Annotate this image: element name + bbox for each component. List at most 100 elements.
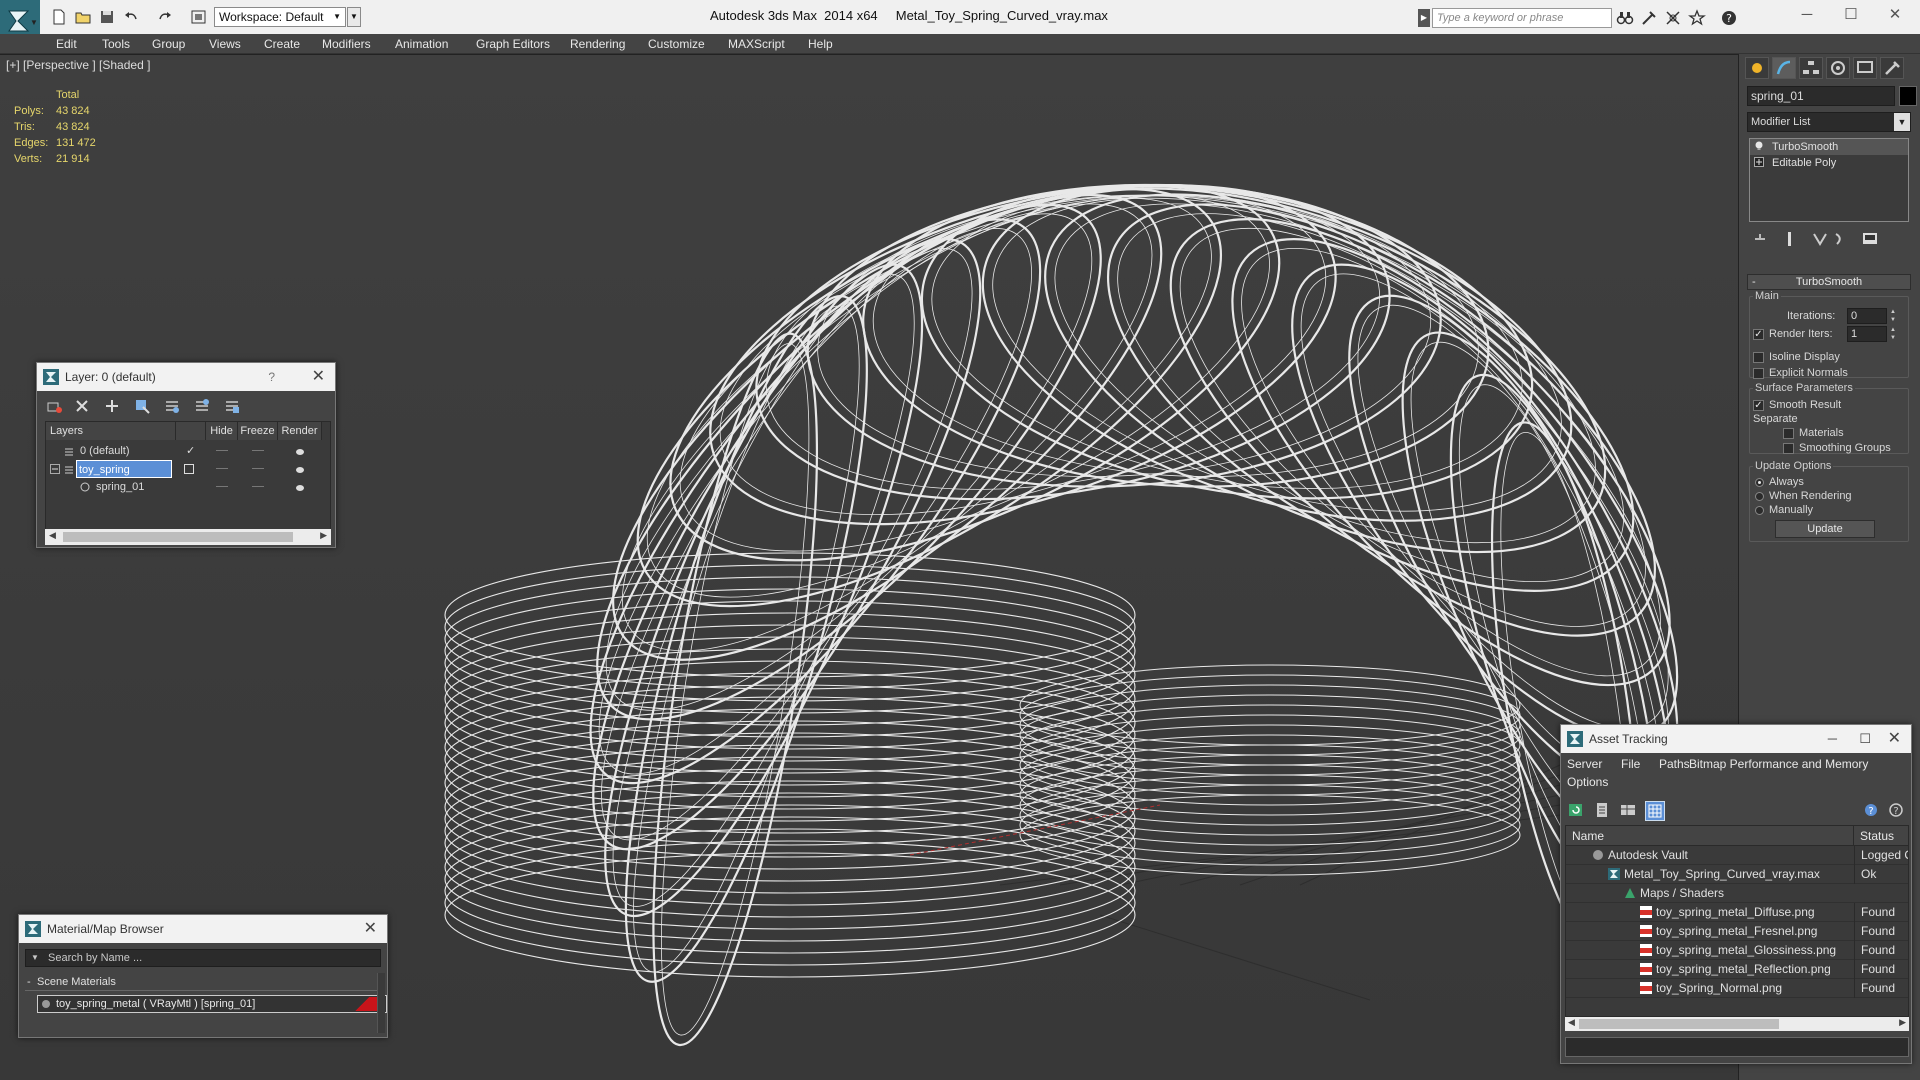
pin-stack-icon[interactable]	[1751, 230, 1771, 248]
checkmark-icon[interactable]: ✓	[186, 442, 195, 460]
redo-icon[interactable]	[156, 8, 174, 26]
layer-row[interactable]: 0 (default) ✓	[46, 442, 332, 460]
favorites-star-icon[interactable]	[1688, 9, 1706, 27]
delete-layer-icon[interactable]	[73, 397, 93, 417]
menu-file[interactable]: File	[1621, 757, 1640, 771]
search-expand-icon[interactable]: ▶	[1418, 9, 1430, 27]
menu-server[interactable]: Server	[1567, 757, 1602, 771]
column-header-name[interactable]: Name	[1566, 826, 1854, 846]
open-file-icon[interactable]	[74, 8, 92, 26]
menu-tools[interactable]: Tools	[96, 34, 136, 54]
table-view-icon[interactable]	[1619, 801, 1639, 821]
subscription-center-icon[interactable]	[1640, 9, 1658, 27]
menu-options[interactable]: Options	[1567, 775, 1608, 789]
material-search-input[interactable]: ▼ Search by Name ...	[25, 949, 381, 967]
iterations-spinner[interactable]: ▲ ▼	[1888, 308, 1898, 324]
layer-row[interactable]: spring_01	[46, 478, 332, 496]
set-current-toggle[interactable]	[184, 464, 194, 474]
material-browser-titlebar[interactable]: Material/Map Browser ✕	[19, 915, 387, 943]
turbosmooth-rollout-header[interactable]: - TurboSmooth	[1747, 274, 1911, 290]
smoothing-groups-checkbox[interactable]	[1783, 443, 1794, 454]
make-unique-icon[interactable]	[1811, 230, 1831, 248]
menu-create[interactable]: Create	[258, 34, 306, 54]
highlight-selected-layer-icon[interactable]	[163, 397, 183, 417]
modify-tab-icon[interactable]	[1772, 57, 1796, 79]
scrollbar-thumb[interactable]	[1579, 1019, 1779, 1029]
column-header-hide[interactable]: Hide	[206, 422, 238, 440]
asset-row[interactable]: toy_Spring_Normal.png Found	[1566, 979, 1908, 998]
asset-row[interactable]: Maps / Shaders	[1566, 884, 1908, 903]
modifier-list-dropdown[interactable]: Modifier List ▼	[1747, 112, 1911, 132]
hide-toggle[interactable]	[216, 486, 228, 487]
menu-rendering[interactable]: Rendering	[564, 34, 631, 54]
scene-materials-group[interactable]: - Scene Materials	[25, 973, 381, 991]
motion-tab-icon[interactable]	[1826, 57, 1850, 79]
layer-dialog-titlebar[interactable]: Layer: 0 (default) ? ✕	[37, 363, 335, 391]
asset-path-field[interactable]	[1565, 1037, 1909, 1057]
hide-toggle[interactable]	[216, 450, 228, 451]
asset-row[interactable]: toy_spring_metal_Diffuse.png Found	[1566, 903, 1908, 922]
menu-edit[interactable]: Edit	[50, 34, 83, 54]
workspace-dropdown[interactable]: Workspace: Default ▼	[214, 7, 346, 27]
scroll-right-icon[interactable]: ▶	[1899, 1017, 1906, 1028]
create-layer-icon[interactable]	[45, 397, 65, 417]
asset-horizontal-scrollbar[interactable]: ◀ ▶	[1565, 1017, 1909, 1031]
material-item[interactable]: toy_spring_metal ( VRayMtl ) [spring_01]	[37, 995, 387, 1013]
material-vertical-scrollbar[interactable]	[377, 973, 385, 1033]
object-name-field[interactable]: spring_01	[1747, 86, 1895, 106]
asset-row[interactable]: Autodesk Vault Logged Ou	[1566, 846, 1908, 865]
refresh-icon[interactable]	[1567, 801, 1587, 821]
minimize-window-icon[interactable]: ─	[1792, 4, 1822, 26]
select-objects-in-layer-icon[interactable]	[133, 397, 153, 417]
binoculars-icon[interactable]	[1616, 9, 1634, 27]
menu-modifiers[interactable]: Modifiers	[316, 34, 377, 54]
options-help-icon[interactable]: ?	[1887, 801, 1907, 821]
project-folder-icon[interactable]	[190, 8, 208, 26]
help-icon[interactable]: ?	[1720, 9, 1738, 27]
configure-modifier-sets-icon[interactable]	[1861, 230, 1881, 248]
teapot-render-icon[interactable]	[294, 446, 306, 456]
stack-item-turbosmooth[interactable]: TurboSmooth	[1750, 139, 1908, 155]
expand-plus-icon[interactable]	[1754, 157, 1764, 167]
stack-item-editable-poly[interactable]: Editable Poly	[1750, 155, 1908, 171]
asset-row[interactable]: toy_spring_metal_Glossiness.png Found	[1566, 941, 1908, 960]
menu-views[interactable]: Views	[203, 34, 247, 54]
asset-row[interactable]: toy_spring_metal_Reflection.png Found	[1566, 960, 1908, 979]
always-radio[interactable]	[1755, 478, 1764, 487]
column-header-layers[interactable]: Layers	[46, 422, 176, 440]
show-end-result-icon[interactable]	[1781, 230, 1801, 248]
teapot-render-icon[interactable]	[294, 482, 306, 492]
column-header-status[interactable]: Status	[1854, 826, 1908, 846]
scroll-left-icon[interactable]: ◀	[49, 530, 56, 541]
isoline-display-checkbox[interactable]	[1753, 352, 1764, 363]
teapot-render-icon[interactable]	[294, 464, 306, 474]
object-color-swatch[interactable]	[1899, 86, 1917, 106]
maximize-window-icon[interactable]: ☐	[1836, 4, 1866, 26]
utilities-tab-icon[interactable]	[1880, 57, 1904, 79]
communication-center-icon[interactable]	[1664, 9, 1682, 27]
layer-row[interactable]: toy_spring	[46, 460, 332, 478]
scrollbar-thumb[interactable]	[63, 532, 293, 542]
add-to-layer-icon[interactable]	[103, 397, 123, 417]
hide-toggle[interactable]	[216, 468, 228, 469]
search-options-icon[interactable]: ▼	[31, 950, 39, 966]
close-window-icon[interactable]: ✕	[1880, 4, 1910, 26]
menu-graph-editors[interactable]: Graph Editors	[470, 34, 556, 54]
freeze-toggle[interactable]	[252, 468, 264, 469]
quick-access-customize-button[interactable]: ▼	[347, 7, 361, 27]
materials-checkbox[interactable]	[1783, 428, 1794, 439]
remove-modifier-icon[interactable]	[1831, 230, 1851, 248]
menu-bitmap-performance[interactable]: Bitmap Performance and Memory	[1689, 757, 1868, 771]
freeze-all-layers-icon[interactable]	[223, 397, 243, 417]
iterations-input[interactable]: 0	[1847, 308, 1887, 324]
asset-tracking-titlebar[interactable]: Asset Tracking ─ ☐ ✕	[1561, 725, 1911, 753]
lightbulb-icon[interactable]	[1754, 141, 1764, 151]
freeze-toggle[interactable]	[252, 450, 264, 451]
undo-icon[interactable]	[122, 8, 140, 26]
hide-freeze-layers-icon[interactable]	[193, 397, 213, 417]
create-tab-icon[interactable]	[1745, 57, 1769, 79]
menu-paths[interactable]: Paths	[1659, 757, 1690, 771]
help-icon[interactable]: ?	[1863, 801, 1883, 821]
layer-horizontal-scrollbar[interactable]: ◀ ▶	[45, 529, 331, 545]
menu-group[interactable]: Group	[146, 34, 191, 54]
